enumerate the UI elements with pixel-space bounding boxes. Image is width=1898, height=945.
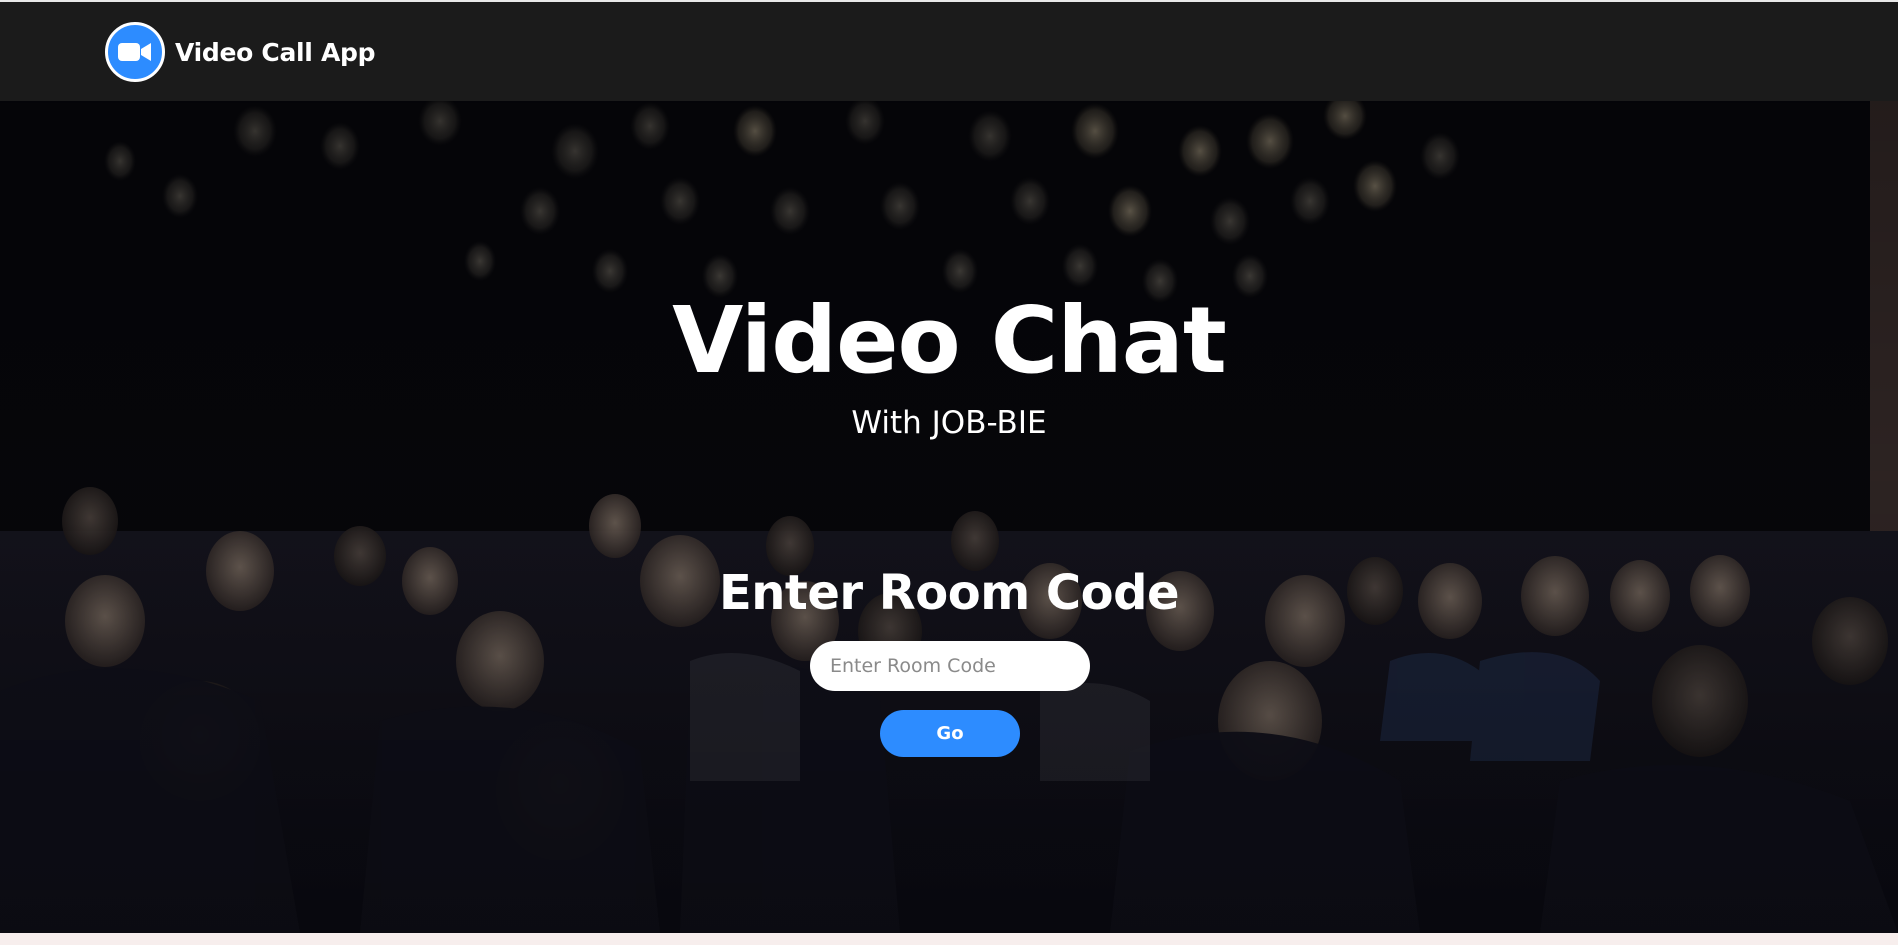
brand-name: Video Call App — [175, 37, 376, 67]
hero-content: Video Chat With JOB-BIE Enter Room Code … — [0, 101, 1898, 933]
logo — [105, 22, 165, 82]
hero-section: Video Chat With JOB-BIE Enter Room Code … — [0, 101, 1898, 933]
navbar: Video Call App — [0, 0, 1898, 101]
page: Video Call App Video Chat With JOB-BIE E… — [0, 0, 1898, 945]
room-code-input[interactable] — [810, 641, 1090, 691]
go-button[interactable]: Go — [880, 710, 1020, 757]
page-title: Video Chat — [672, 287, 1227, 394]
video-camera-icon — [118, 43, 151, 61]
brand-link[interactable]: Video Call App — [105, 22, 376, 82]
page-footer-strip — [0, 933, 1898, 945]
room-code-heading: Enter Room Code — [718, 565, 1180, 621]
page-subtitle: With JOB-BIE — [851, 405, 1047, 441]
